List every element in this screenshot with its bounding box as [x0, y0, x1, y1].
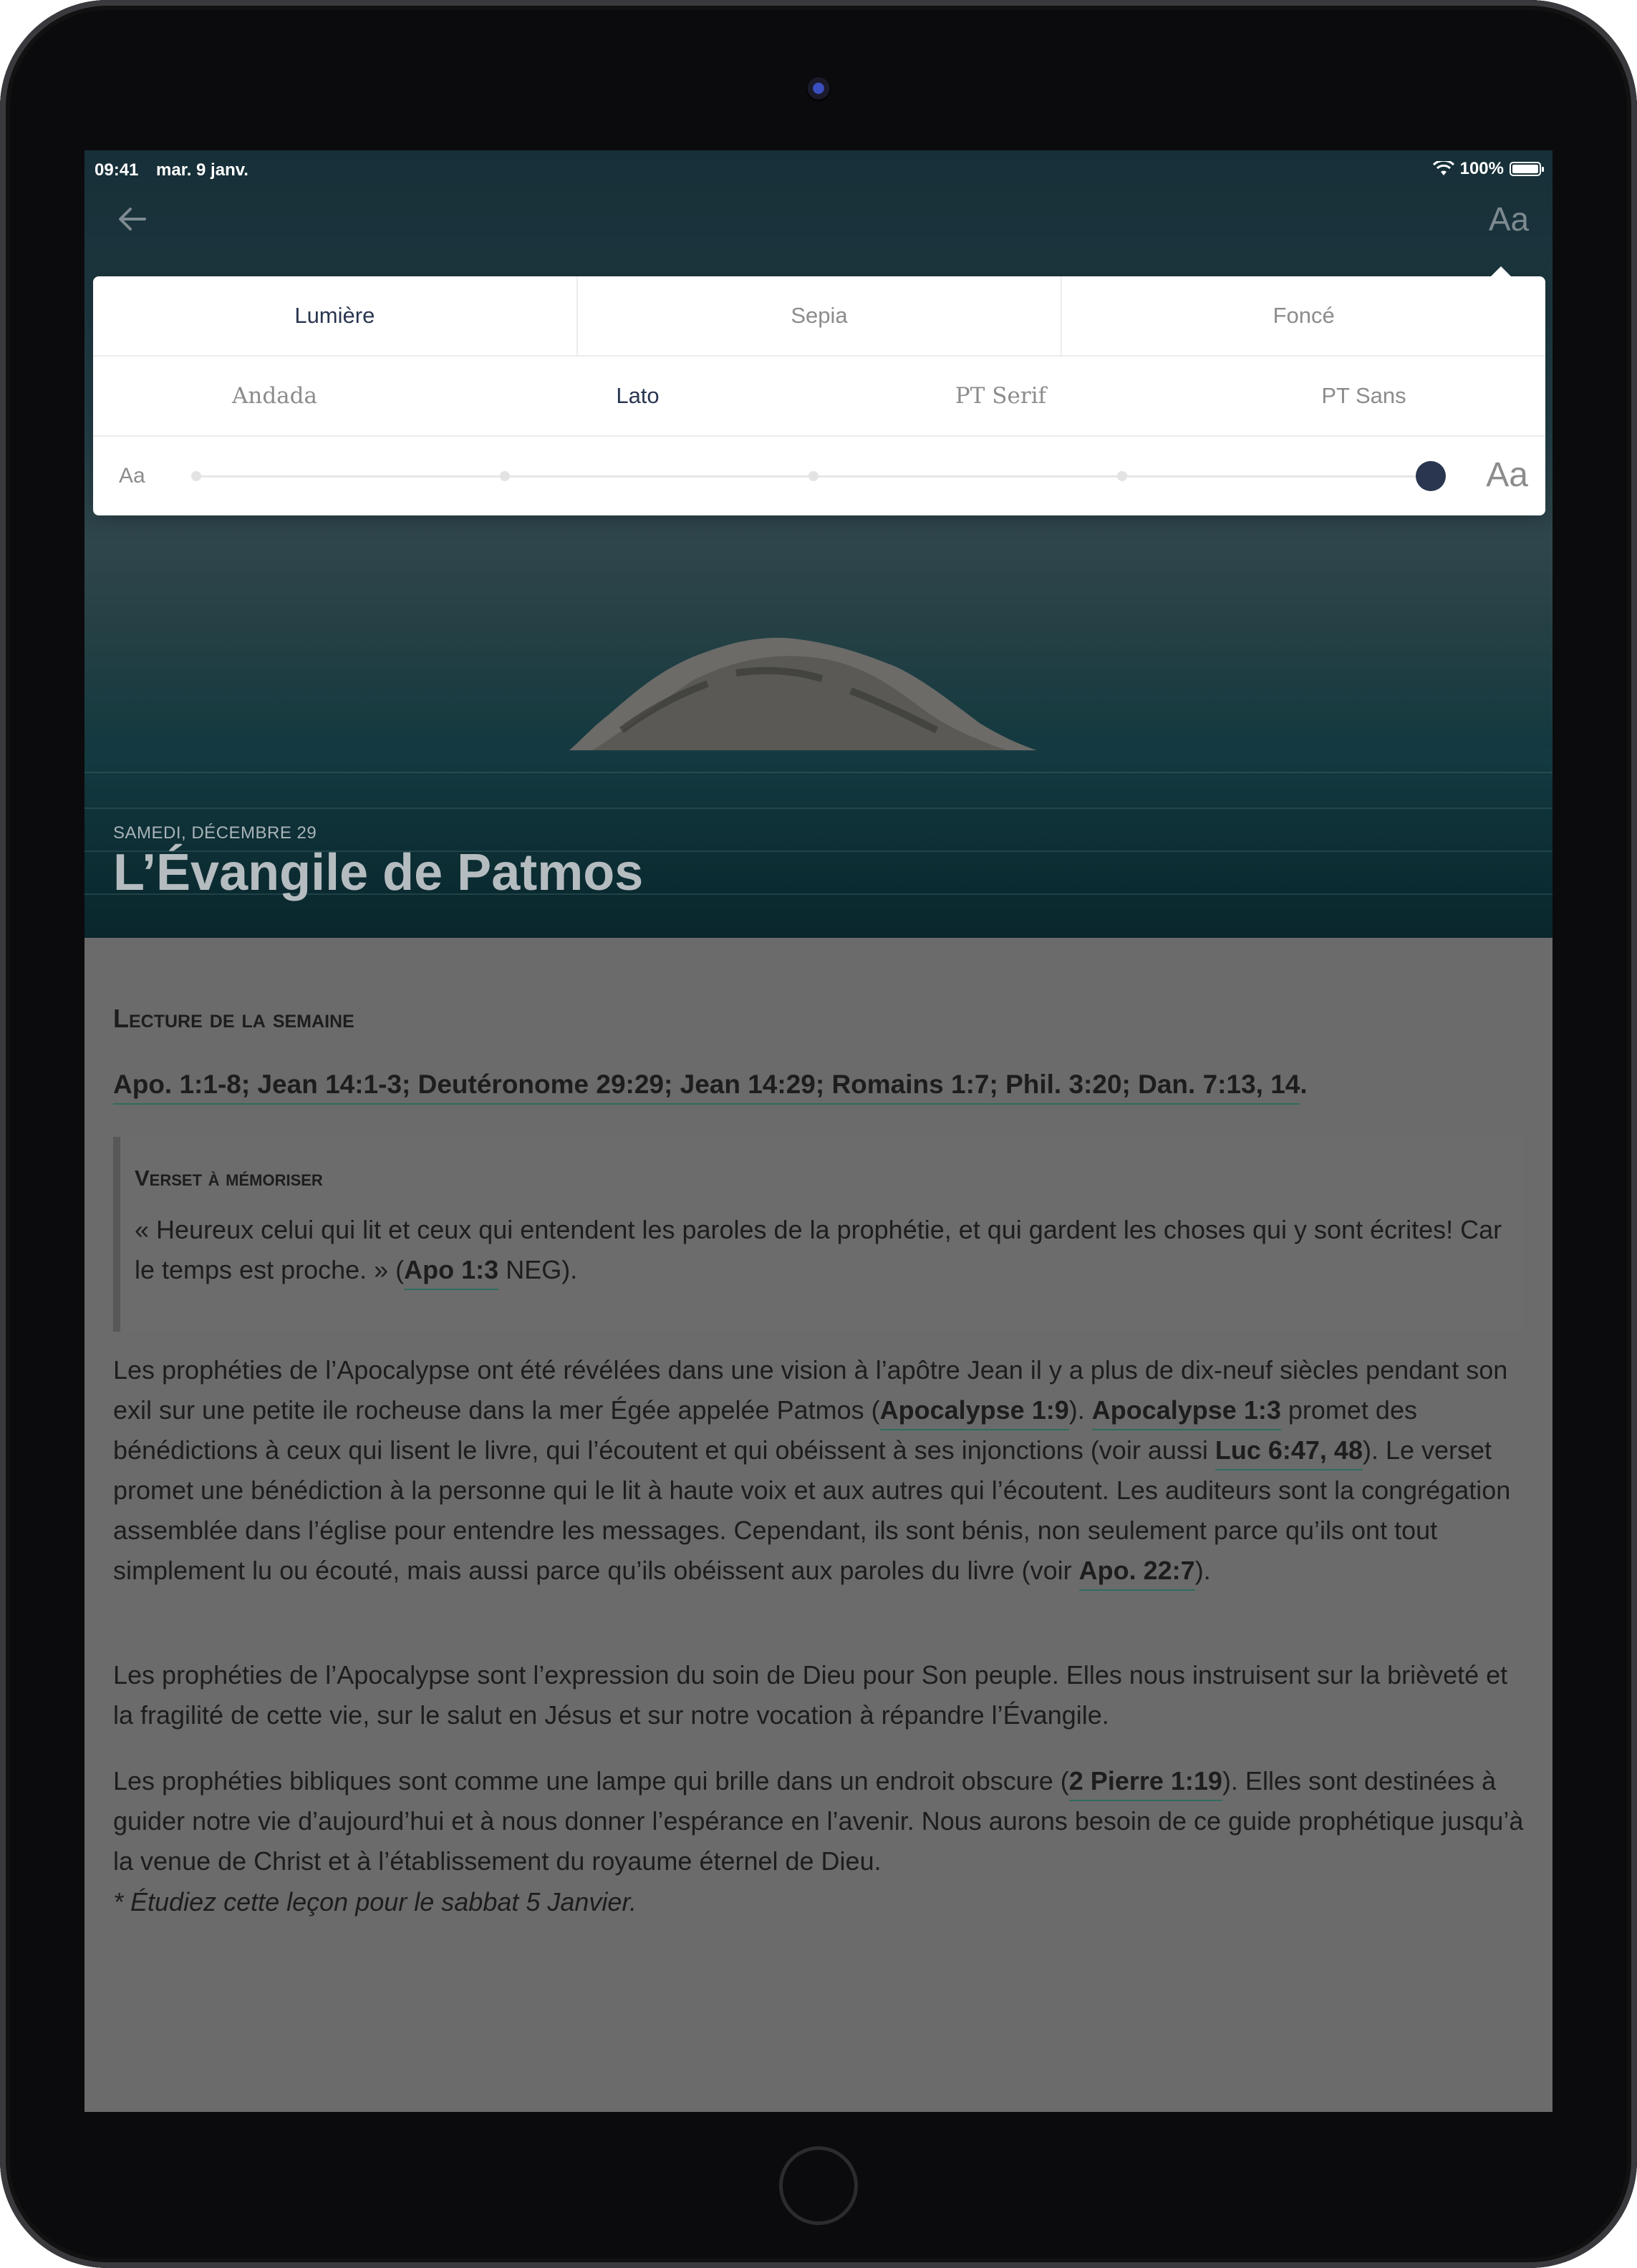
theme-selector: Lumière Sepia Foncé [93, 276, 1545, 357]
paragraph-text: ). [1194, 1556, 1211, 1585]
memory-verse-ref-link[interactable]: Apo 1:3 [404, 1255, 499, 1290]
weekly-reading-link[interactable]: Apo. 1:1-8; Jean 14:1-3; Deutéronome 29:… [113, 1070, 1300, 1105]
weekly-reading-title: Lecture de la semaine [113, 1004, 354, 1033]
battery-icon [1510, 162, 1544, 176]
front-camera [806, 77, 831, 102]
theme-option-fonce[interactable]: Foncé [1061, 276, 1545, 355]
text-settings-button[interactable]: Aa [1484, 198, 1534, 241]
font-size-slider-knob[interactable] [1416, 461, 1446, 491]
lesson-hero-image: 09:41 mar. 9 janv. 100% Aa SAMEDI, DÉCEM… [84, 150, 1553, 938]
home-button[interactable] [779, 2146, 858, 2225]
memory-verse-quote: « Heureux celui qui lit et ceux qui ente… [135, 1215, 1502, 1284]
bible-ref-link[interactable]: Apo. 22:7 [1078, 1556, 1195, 1591]
study-note: * Étudiez cette leçon pour le sabbat 5 J… [113, 1887, 637, 1916]
bible-ref-link[interactable]: Apocalypse 1:3 [1091, 1395, 1281, 1430]
font-size-large-label: Aa [1486, 456, 1528, 494]
image-shade [84, 150, 1553, 938]
font-option-pt-sans[interactable]: PT Sans [1182, 357, 1545, 435]
font-option-lato[interactable]: Lato [456, 357, 819, 435]
bible-ref-link[interactable]: Luc 6:47, 48 [1215, 1435, 1363, 1470]
font-selector: Andada Lato PT Serif PT Sans [93, 357, 1545, 437]
status-date: mar. 9 janv. [156, 160, 248, 180]
lesson-title: L’Évangile de Patmos [113, 844, 644, 901]
text-settings-label: Aa [1488, 200, 1530, 238]
weekly-reading-refs: Apo. 1:1-8; Jean 14:1-3; Deutéronome 29:… [113, 1070, 1524, 1105]
font-size-step[interactable] [808, 471, 818, 481]
paragraph-2: Les prophéties de l’Apocalypse sont l’ex… [113, 1655, 1524, 1735]
paragraph-text: Les prophéties de l’Apocalypse sont l’ex… [113, 1660, 1508, 1730]
theme-option-sepia[interactable]: Sepia [576, 276, 1061, 355]
font-size-step[interactable] [191, 471, 201, 481]
bible-ref-link[interactable]: 2 Pierre 1:19 [1068, 1766, 1222, 1801]
ipad-frame: 09:41 mar. 9 janv. 100% Aa SAMEDI, DÉCEM… [0, 0, 1637, 2268]
reader-settings-popover: Lumière Sepia Foncé Andada Lato PT Serif… [93, 266, 1545, 515]
screen: 09:41 mar. 9 janv. 100% Aa SAMEDI, DÉCEM… [84, 150, 1553, 2112]
lesson-date: SAMEDI, DÉCEMBRE 29 [113, 823, 317, 843]
font-size-small-label: Aa [119, 464, 145, 488]
paragraph-text: ). [1068, 1395, 1092, 1425]
memory-verse-version: NEG). [498, 1255, 578, 1284]
font-option-pt-serif[interactable]: PT Serif [819, 357, 1182, 435]
status-time: 09:41 [95, 160, 139, 180]
font-option-andada[interactable]: Andada [93, 357, 456, 435]
paragraph-3: Les prophéties bibliques sont comme une … [113, 1761, 1524, 1881]
font-size-control: Aa Aa [93, 437, 1545, 515]
paragraph-text: Les prophéties bibliques sont comme une … [113, 1766, 1069, 1796]
memory-verse-text: « Heureux celui qui lit et ceux qui ente… [135, 1210, 1510, 1290]
back-button[interactable] [112, 199, 152, 239]
memory-verse-box: Verset à mémoriser « Heureux celui qui l… [113, 1137, 1524, 1332]
theme-option-lumiere[interactable]: Lumière [93, 276, 576, 355]
paragraph-1: Les prophéties de l’Apocalypse ont été r… [113, 1350, 1524, 1591]
status-bar: 09:41 mar. 9 janv. 100% [95, 156, 1544, 185]
bible-ref-link[interactable]: Apocalypse 1:9 [879, 1395, 1069, 1430]
weekly-reading-period: . [1300, 1070, 1308, 1099]
battery-percent: 100% [1459, 159, 1504, 178]
font-size-step[interactable] [1117, 471, 1127, 481]
font-size-step[interactable] [500, 471, 510, 481]
status-right: 100% [1432, 159, 1544, 179]
memory-verse-title: Verset à mémoriser [135, 1166, 323, 1191]
popover-arrow [1491, 266, 1511, 276]
arrow-left-icon [119, 208, 146, 231]
wifi-icon [1432, 161, 1454, 175]
